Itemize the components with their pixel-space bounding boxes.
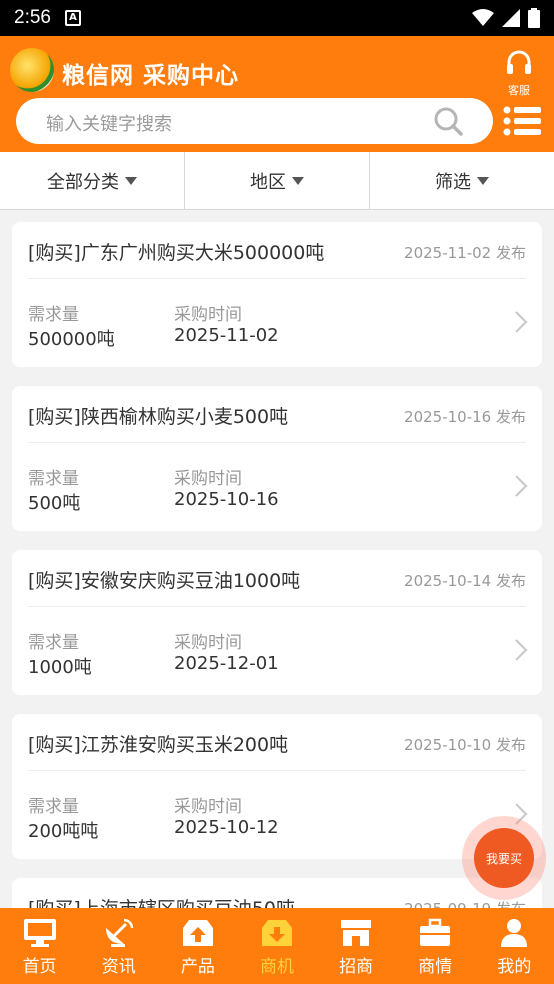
purchase-time-value: 2025-10-12 [174,817,279,838]
nav-news[interactable]: 资讯 [79,908,158,984]
card-divider [28,606,526,607]
card-title: [购买]广东广州购买大米500000吨 [28,242,325,264]
nav-label: 商机 [259,957,294,977]
quantity-value: 500吨 [28,493,81,514]
chevron-right-icon [515,475,528,497]
user-icon [501,919,528,947]
purchase-time-label: 采购时间 [174,305,242,325]
purchase-time-label: 采购时间 [174,797,242,817]
filter-region-dropdown[interactable]: 地区 [185,152,370,209]
purchase-time-value: 2025-12-01 [174,653,279,674]
search-placeholder: 输入关键字搜索 [46,114,172,135]
chevron-right-icon [515,639,528,661]
quantity-label: 需求量 [28,633,79,653]
dropdown-triangle-icon [477,176,489,185]
i-want-to-buy-button[interactable]: 我要买 [474,828,534,888]
card-divider [28,278,526,279]
status-bar: 2:56 A [0,0,554,36]
nav-label: 我的 [497,957,532,977]
filter-label: 地区 [250,171,286,193]
nav-label: 产品 [180,957,215,977]
quantity-label: 需求量 [28,469,79,489]
card-divider [28,770,526,771]
satellite-icon [105,918,133,947]
quantity-value: 500000吨 [28,329,115,350]
dropdown-triangle-icon [292,176,304,185]
card-title: [购买]江苏淮安购买玉米200吨 [28,734,289,756]
filter-category-dropdown[interactable]: 全部分类 [0,152,185,209]
download-box-icon [261,920,292,946]
briefcase-icon [420,918,451,946]
app-header: 粮信网 采购中心 客服 输入关键字搜索 [0,36,554,152]
nav-recruit[interactable]: 招商 [317,908,396,984]
card-date: 2025-10-16 发布 [404,408,526,426]
status-icons [472,8,540,28]
nav-label: 首页 [22,957,57,977]
quantity-value: 1000吨 [28,657,92,678]
nav-label: 商情 [418,957,453,977]
card-title: [购买]陕西榆林购买小麦500吨 [28,406,289,428]
card-divider [28,442,526,443]
monitor-icon [23,919,56,947]
filter-label: 筛选 [435,171,471,193]
purchase-card[interactable]: [购买]广东广州购买大米500000吨 2025-11-02 发布 需求量 50… [12,222,542,367]
list-menu-icon[interactable] [503,106,541,136]
nav-profile[interactable]: 我的 [475,908,554,984]
purchase-time-label: 采购时间 [174,633,242,653]
status-time: 2:56 [14,7,51,28]
quantity-value: 200吨吨 [28,821,99,842]
card-date: 2025-10-14 发布 [404,572,526,590]
quantity-label: 需求量 [28,305,79,325]
card-date: 2025-11-02 发布 [404,244,526,262]
upload-box-icon [182,920,213,946]
store-icon [341,920,372,946]
filter-label: 全部分类 [47,171,119,193]
quantity-label: 需求量 [28,797,79,817]
purchase-time-value: 2025-11-02 [174,325,279,346]
battery-icon [528,8,540,28]
nav-label: 招商 [339,957,374,977]
headset-icon [507,50,531,74]
signal-icon [502,9,520,27]
card-date: 2025-10-10 发布 [404,736,526,754]
filter-bar: 全部分类 地区 筛选 [0,152,554,210]
customer-service-button[interactable]: 客服 [502,50,536,98]
nav-market[interactable]: 商情 [396,908,475,984]
purchase-time-value: 2025-10-16 [174,489,279,510]
notification-icon: A [64,10,81,26]
page-title: 粮信网 采购中心 [62,63,240,89]
purchase-card[interactable]: [购买]陕西榆林购买小麦500吨 2025-10-16 发布 需求量 500吨 … [12,386,542,531]
nav-label: 资讯 [101,957,136,977]
wifi-icon [472,9,494,26]
purchase-card[interactable]: [购买]安徽安庆购买豆油1000吨 2025-10-14 发布 需求量 1000… [12,550,542,695]
search-input[interactable]: 输入关键字搜索 [16,98,493,144]
customer-service-label: 客服 [508,84,530,97]
filter-screen-dropdown[interactable]: 筛选 [370,152,554,209]
nav-products[interactable]: 产品 [158,908,237,984]
bottom-nav: 首页 资讯 产品 商机 招商 商情 我的 [0,908,554,984]
search-icon[interactable] [433,106,465,136]
card-title: [购买]安徽安庆购买豆油1000吨 [28,570,301,592]
purchase-time-label: 采购时间 [174,469,242,489]
nav-home[interactable]: 首页 [0,908,79,984]
chevron-right-icon [515,311,528,333]
app-logo [10,48,54,92]
dropdown-triangle-icon [125,176,137,185]
purchase-card[interactable]: [购买]江苏淮安购买玉米200吨 2025-10-10 发布 需求量 200吨吨… [12,714,542,859]
nav-business[interactable]: 商机 [237,908,316,984]
